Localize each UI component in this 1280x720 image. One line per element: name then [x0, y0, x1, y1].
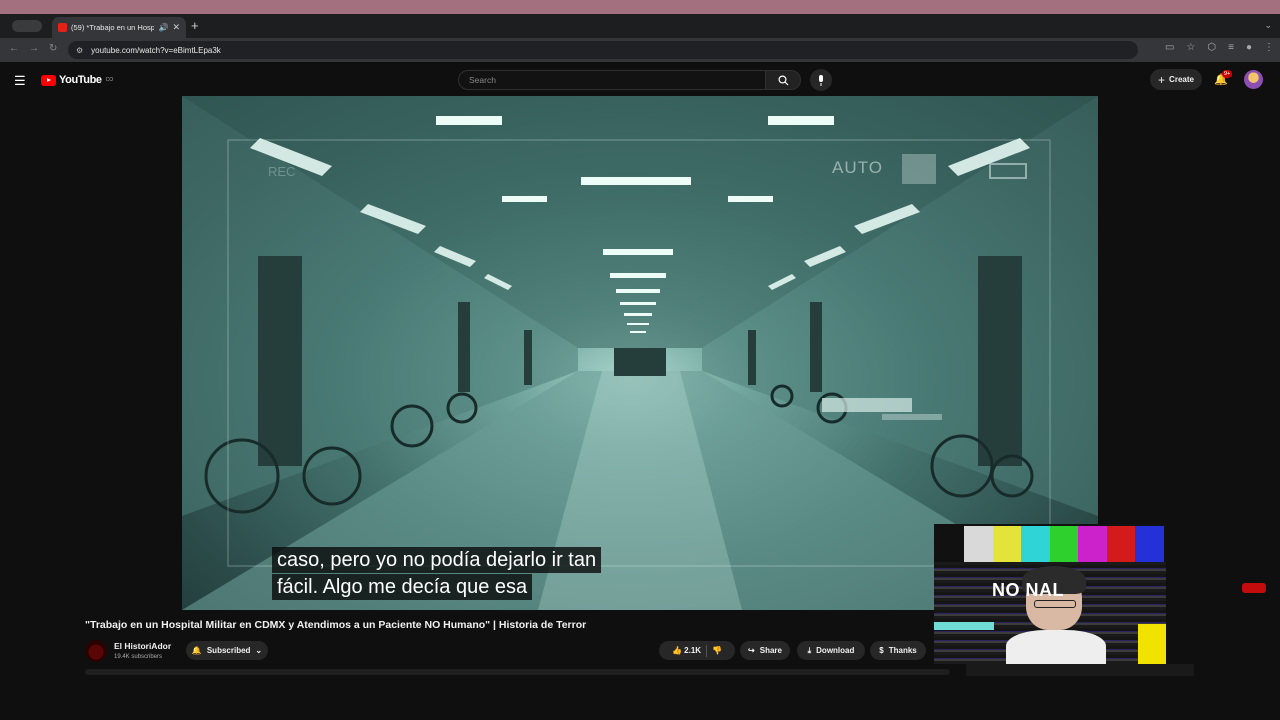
reload-icon[interactable]: ↻ — [49, 43, 57, 54]
like-button[interactable]: 👍 2.1K — [672, 646, 701, 655]
plus-icon: + — [1158, 72, 1166, 87]
youtube-favicon-icon — [58, 23, 67, 32]
thanks-label: Thanks — [888, 646, 917, 655]
account-avatar[interactable] — [1244, 70, 1263, 89]
download-icon: ⤓ — [807, 645, 812, 655]
youtube-wordmark: YouTube — [59, 74, 102, 86]
no-signal-text: NO NAL — [992, 580, 1064, 600]
chevron-down-icon: ⌄ — [255, 646, 263, 655]
glitch-yellow-block — [1138, 624, 1166, 664]
extensions-icon[interactable]: ⬡ — [1207, 42, 1216, 53]
color-bar-1 — [992, 526, 1022, 562]
url-text: youtube.com/watch?v=eBimtLEpa3k — [91, 45, 221, 55]
tab-search-chevron-icon[interactable]: ⌄ — [1264, 20, 1272, 31]
hamburger-menu-icon[interactable]: ☰ — [14, 73, 26, 89]
macos-menu-bar — [0, 0, 1280, 14]
address-bar-row: ← → ↻ ⚙ youtube.com/watch?v=eBimtLEpa3k … — [0, 38, 1280, 62]
voice-search-button[interactable] — [810, 69, 832, 91]
like-count: 2.1K — [684, 646, 702, 655]
search-icon — [777, 74, 788, 85]
country-code: CO — [105, 77, 114, 83]
subscribed-label: Subscribed — [206, 646, 251, 655]
bell-icon: 🔔 — [191, 646, 202, 655]
back-icon[interactable]: ← — [9, 43, 19, 54]
profile-icon[interactable]: ● — [1246, 42, 1252, 53]
color-bar-5 — [1106, 526, 1136, 562]
share-arrow-icon: ↪ — [748, 646, 755, 655]
site-settings-icon[interactable]: ⚙ — [76, 46, 83, 55]
channel-name[interactable]: El HistoriAdor — [114, 641, 171, 651]
youtube-header: ☰ YouTube CO Search + Create 🔔 9+ — [0, 62, 1280, 96]
close-tab-icon[interactable]: ✕ — [172, 22, 180, 33]
streamer-shirt — [1006, 630, 1106, 664]
forward-icon[interactable]: → — [29, 43, 39, 54]
description-bar[interactable] — [85, 669, 950, 675]
browser-menu-icon[interactable]: ⋮ — [1264, 42, 1274, 53]
download-button[interactable]: ⤓ Download — [797, 641, 865, 660]
download-label: Download — [816, 646, 855, 655]
thanks-button[interactable]: $ Thanks — [870, 641, 926, 660]
thanks-icon: $ — [879, 646, 884, 655]
share-button[interactable]: ↪ Share — [740, 641, 790, 660]
new-tab-icon[interactable]: + — [191, 18, 199, 33]
subscriber-count: 19.4K subscribers — [114, 654, 163, 660]
color-bar-3 — [1049, 526, 1079, 562]
browser-tab-strip: (59) *Trabajo en un Hosp 🔊 ✕ + ⌄ — [0, 14, 1280, 38]
caption-line-2: fácil. Algo me decía que esa — [272, 574, 533, 600]
url-omnibox[interactable]: ⚙ youtube.com/watch?v=eBimtLEpa3k — [68, 41, 1138, 59]
color-bar-4 — [1078, 526, 1107, 562]
toolbar-icons: ▭ ☆ ⬡ ≡ ● ⋮ — [1165, 42, 1274, 53]
like-divider — [706, 644, 708, 657]
channel-avatar[interactable] — [85, 640, 107, 662]
share-label: Share — [759, 646, 782, 655]
like-dislike-group: 👍 2.1K 👎 — [659, 641, 735, 660]
color-bars — [964, 526, 1165, 562]
color-bar-6 — [1135, 526, 1165, 562]
caption-line-1: caso, pero yo no podía dejarlo ir tan — [272, 547, 602, 573]
color-bar-2 — [1021, 526, 1050, 562]
microphone-icon — [819, 74, 823, 86]
streamer-glasses — [1034, 600, 1076, 608]
youtube-play-icon — [41, 74, 56, 86]
bookmark-star-icon[interactable]: ☆ — [1186, 42, 1195, 53]
osd-mode-label: AUTO — [832, 158, 883, 177]
notification-count-badge: 9+ — [1222, 70, 1233, 78]
search-input[interactable]: Search — [458, 70, 766, 90]
browser-tab-active[interactable]: (59) *Trabajo en un Hosp 🔊 ✕ — [52, 17, 186, 38]
osd-rec-label: REC — [268, 164, 296, 179]
color-bar-0 — [964, 526, 993, 562]
cast-icon[interactable]: ▭ — [1165, 42, 1174, 53]
tab-title: (59) *Trabajo en un Hosp — [71, 23, 155, 32]
create-label: Create — [1169, 75, 1194, 84]
thumbs-up-icon: 👍 — [671, 646, 682, 655]
youtube-logo[interactable]: YouTube CO — [41, 74, 113, 86]
tab-group-pill[interactable] — [12, 20, 42, 32]
subscribe-watermark-icon[interactable] — [1242, 583, 1266, 593]
overlay-bottom-strip — [966, 664, 1194, 676]
thumbs-down-icon[interactable]: 👎 — [712, 646, 722, 655]
reading-list-icon[interactable]: ≡ — [1228, 42, 1234, 53]
video-title: "Trabajo en un Hospital Militar en CDMX … — [85, 619, 587, 631]
speaker-icon[interactable]: 🔊 — [158, 23, 168, 32]
search-button[interactable] — [765, 70, 801, 90]
streamer-webcam-overlay: NO NAL — [934, 524, 1166, 664]
glitch-strip — [934, 622, 994, 630]
create-button[interactable]: + Create — [1150, 69, 1202, 90]
subscribed-button[interactable]: 🔔 Subscribed ⌄ — [186, 641, 268, 660]
